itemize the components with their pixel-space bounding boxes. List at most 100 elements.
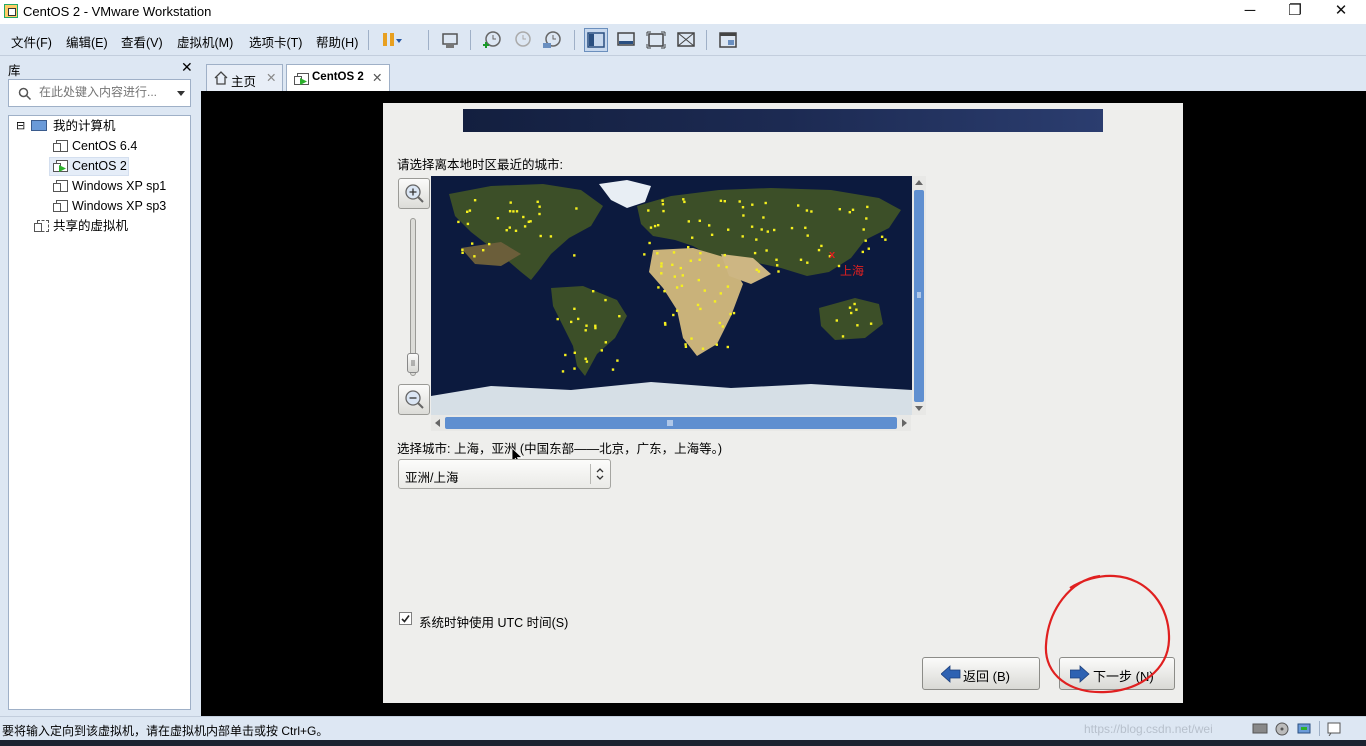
back-button[interactable]: 返回 (B) <box>922 657 1040 690</box>
city-dot[interactable] <box>604 298 607 302</box>
city-dot[interactable] <box>687 246 690 249</box>
city-dot[interactable] <box>522 215 525 219</box>
city-dot[interactable] <box>866 205 869 209</box>
zoom-slider-handle[interactable] <box>407 353 419 373</box>
revert-snapshot-button[interactable] <box>510 28 534 52</box>
city-dot[interactable] <box>723 200 726 203</box>
city-dot[interactable] <box>616 359 619 362</box>
city-dot[interactable] <box>661 203 665 206</box>
city-dot[interactable] <box>817 248 821 252</box>
city-dot[interactable] <box>718 321 721 325</box>
city-dot[interactable] <box>848 211 851 214</box>
city-dot[interactable] <box>512 210 515 213</box>
tab-home[interactable]: 主页 ✕ <box>206 64 283 91</box>
city-dot[interactable] <box>750 225 754 228</box>
city-dot[interactable] <box>594 324 597 327</box>
city-dot[interactable] <box>799 258 803 261</box>
city-dot[interactable] <box>710 233 714 236</box>
city-dot[interactable] <box>600 349 603 352</box>
city-dot[interactable] <box>473 199 477 202</box>
tab-close-icon[interactable]: ✕ <box>372 70 382 85</box>
city-dot[interactable] <box>723 253 726 257</box>
city-dot[interactable] <box>713 300 717 303</box>
city-dot[interactable] <box>805 209 809 212</box>
city-dot[interactable] <box>680 284 684 287</box>
city-dot[interactable] <box>764 201 767 205</box>
city-dot[interactable] <box>536 200 539 203</box>
city-dot[interactable] <box>848 306 852 309</box>
city-dot[interactable] <box>690 337 693 340</box>
city-dot[interactable] <box>751 203 754 206</box>
city-dot[interactable] <box>864 239 867 242</box>
city-dot[interactable] <box>698 219 701 222</box>
city-dot[interactable] <box>703 289 706 292</box>
city-dot[interactable] <box>675 286 679 289</box>
city-dot[interactable] <box>776 264 779 267</box>
city-dot[interactable] <box>663 290 666 293</box>
city-dot[interactable] <box>762 216 765 219</box>
city-dot[interactable] <box>505 229 508 232</box>
menu-edit[interactable]: 编辑(E) <box>66 32 108 51</box>
city-dot[interactable] <box>725 265 728 269</box>
pause-button[interactable] <box>378 28 402 52</box>
city-dot[interactable] <box>853 302 856 306</box>
city-dot[interactable] <box>584 329 587 332</box>
city-dot[interactable] <box>757 270 761 273</box>
city-dot[interactable] <box>684 343 687 346</box>
map-vertical-scrollbar[interactable] <box>912 176 926 415</box>
city-dot[interactable] <box>684 345 688 348</box>
city-dot[interactable] <box>538 212 541 216</box>
city-dot[interactable] <box>719 199 723 202</box>
city-dot[interactable] <box>726 345 729 349</box>
city-dot[interactable] <box>660 272 663 275</box>
city-dot[interactable] <box>514 229 518 232</box>
tree-item-vm[interactable]: Windows XP sp3 <box>72 197 166 215</box>
tree-item-shared-vms[interactable]: 共享的虚拟机 <box>53 217 128 235</box>
city-dot[interactable] <box>838 208 841 211</box>
city-dot[interactable] <box>742 214 745 217</box>
city-dot[interactable] <box>471 242 474 245</box>
city-dot[interactable] <box>594 326 597 330</box>
city-dot[interactable] <box>482 249 485 252</box>
menu-vm[interactable]: 虚拟机(M) <box>177 32 233 51</box>
tree-item-vm[interactable]: Windows XP sp1 <box>72 177 166 195</box>
full-screen-button[interactable] <box>644 28 668 52</box>
city-dot[interactable] <box>509 201 512 204</box>
city-dot[interactable] <box>753 251 757 255</box>
console-view-button[interactable] <box>614 28 638 52</box>
city-dot[interactable] <box>797 204 800 207</box>
city-dot[interactable] <box>715 343 718 346</box>
menu-tabs[interactable]: 选项卡(T) <box>249 32 302 51</box>
city-dot[interactable] <box>760 228 763 231</box>
take-snapshot-button[interactable] <box>480 28 504 52</box>
city-dot[interactable] <box>673 275 676 278</box>
city-dot[interactable] <box>529 220 532 223</box>
city-dot[interactable] <box>806 261 809 264</box>
city-dot[interactable] <box>660 265 663 268</box>
city-dot[interactable] <box>679 266 682 270</box>
city-dot[interactable] <box>461 251 464 254</box>
city-dot[interactable] <box>660 262 663 265</box>
city-dot[interactable] <box>682 198 685 201</box>
city-dot[interactable] <box>681 274 684 277</box>
city-dot[interactable] <box>865 217 868 220</box>
city-dot[interactable] <box>648 241 651 245</box>
city-dot[interactable] <box>696 303 700 307</box>
city-dot[interactable] <box>618 315 621 318</box>
city-dot[interactable] <box>851 208 855 211</box>
tab-centos-2[interactable]: CentOS 2 ✕ <box>286 64 390 91</box>
city-dot[interactable] <box>726 285 730 288</box>
city-dot[interactable] <box>611 368 615 371</box>
city-dot[interactable] <box>884 238 887 241</box>
maximize-button[interactable]: ❐ <box>1272 0 1318 24</box>
utc-checkbox-label[interactable]: 系统时钟使用 UTC 时间(S) <box>419 612 568 631</box>
city-dot[interactable] <box>689 259 692 262</box>
city-dot[interactable] <box>656 252 659 255</box>
zoom-out-button[interactable] <box>398 384 430 415</box>
city-dot[interactable] <box>790 226 794 230</box>
city-dot[interactable] <box>577 317 580 321</box>
show-library-button[interactable] <box>584 28 608 52</box>
city-dot[interactable] <box>457 220 460 224</box>
world-timezone-map[interactable] <box>431 176 926 415</box>
city-dot[interactable] <box>738 200 741 203</box>
